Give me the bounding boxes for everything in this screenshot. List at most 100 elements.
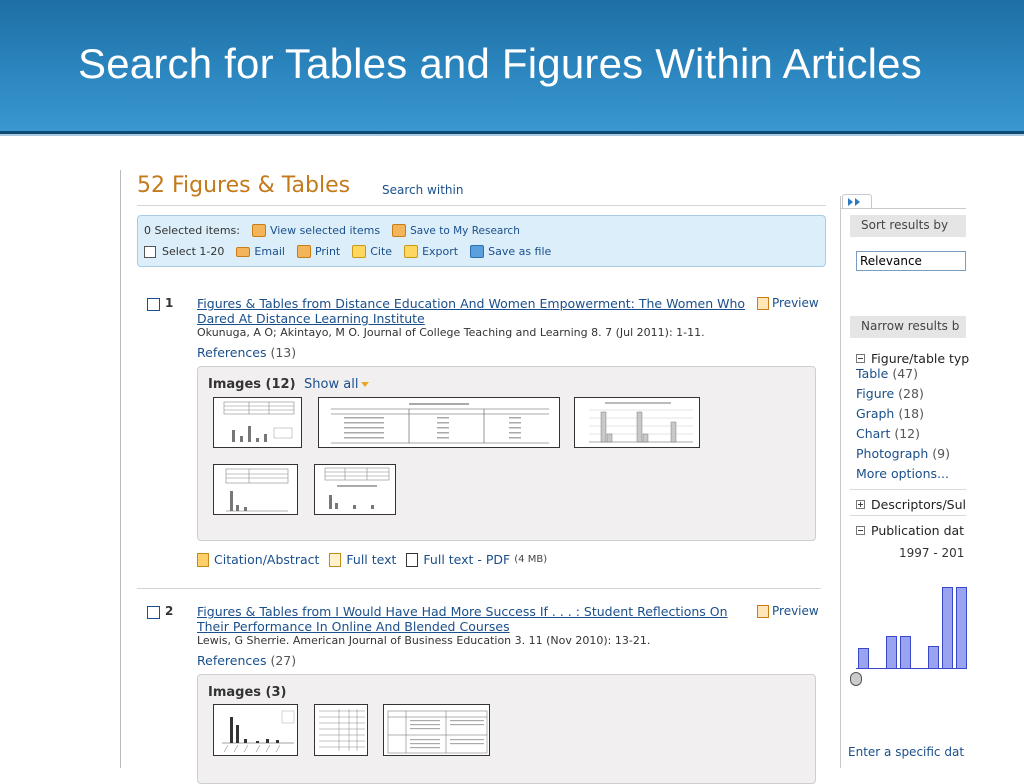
fulltext-pdf-link[interactable]: Full text - PDF xyxy=(423,552,510,567)
show-all-link[interactable]: Show all xyxy=(304,377,358,392)
result-title-link[interactable]: Figures & Tables from Distance Education… xyxy=(197,296,752,326)
facet-item-figure[interactable]: Figure (28) xyxy=(856,386,924,401)
preview-link[interactable]: Preview xyxy=(757,296,819,310)
sort-select[interactable]: Relevance xyxy=(856,251,966,271)
histogram-bar[interactable] xyxy=(942,587,953,669)
result-title-link[interactable]: Figures & Tables from I Would Have Had M… xyxy=(197,604,752,634)
export-icon xyxy=(404,245,419,258)
preview-icon xyxy=(757,604,769,618)
print-link[interactable]: Print xyxy=(315,245,340,258)
facet-item-chart[interactable]: Chart (12) xyxy=(856,426,920,441)
collapse-icon xyxy=(856,526,865,535)
banner-divider-light xyxy=(0,134,1024,136)
references-count: (27) xyxy=(270,653,297,668)
facet-item-table[interactable]: Table (47) xyxy=(856,366,918,381)
image-thumbnail[interactable] xyxy=(213,704,298,756)
more-options-link[interactable]: More options... xyxy=(856,466,949,481)
enter-specific-date-link[interactable]: Enter a specific dat xyxy=(848,745,964,759)
image-thumbnail[interactable] xyxy=(318,397,560,448)
select-range-label: Select 1-20 xyxy=(162,245,225,258)
result-divider xyxy=(137,588,821,589)
screenshot-border xyxy=(120,170,121,768)
date-range-label: 1997 - 201 xyxy=(899,546,965,560)
fulltext-link[interactable]: Full text xyxy=(346,552,396,567)
facet-item-photograph[interactable]: Photograph (9) xyxy=(856,446,950,461)
references-link[interactable]: References (13) xyxy=(197,345,296,360)
expand-icon xyxy=(856,500,865,509)
images-count-label: Images (3) xyxy=(208,685,287,700)
save-file-icon xyxy=(470,245,485,258)
result-links: Citation/Abstract Full text Full text - … xyxy=(197,552,547,567)
date-slider-handle[interactable] xyxy=(850,672,862,686)
result-item: 1 Figures & Tables from Distance Educati… xyxy=(137,296,826,360)
histogram-bar[interactable] xyxy=(900,636,911,669)
facet-count: (28) xyxy=(898,386,924,401)
search-within-link[interactable]: Search within xyxy=(382,183,463,197)
view-selected-link[interactable]: View selected items xyxy=(270,224,380,237)
save-to-research-link[interactable]: Save to My Research xyxy=(410,225,520,237)
facet-count: (47) xyxy=(892,366,918,381)
facet-item-graph[interactable]: Graph (18) xyxy=(856,406,924,421)
images-count-label: Images (12) xyxy=(208,377,296,392)
email-icon xyxy=(236,246,251,257)
sidebar-toggle[interactable] xyxy=(842,194,872,208)
references-label: References xyxy=(197,345,267,360)
facet-count: (12) xyxy=(894,426,921,441)
facet-label: Graph xyxy=(856,406,895,421)
cite-link[interactable]: Cite xyxy=(370,245,392,258)
view-selected-icon xyxy=(251,224,266,237)
histogram-bar[interactable] xyxy=(886,636,897,669)
image-thumbnail[interactable] xyxy=(574,397,700,448)
fulltext-icon xyxy=(329,552,342,567)
facet-label: Figure xyxy=(856,386,895,401)
select-all-checkbox[interactable] xyxy=(144,245,156,258)
header-divider xyxy=(137,205,826,206)
image-thumbnail[interactable] xyxy=(314,464,396,515)
save-as-file-link[interactable]: Save as file xyxy=(488,245,551,258)
collapse-icon xyxy=(856,354,865,363)
pdf-icon xyxy=(406,552,419,567)
figure-type-heading: Figure/table typ xyxy=(871,351,970,366)
dropdown-caret-icon xyxy=(361,382,370,387)
result-checkbox[interactable] xyxy=(147,298,160,311)
selected-count: 0 Selected items: xyxy=(144,224,240,237)
histogram-bar[interactable] xyxy=(858,648,869,669)
facet-label: Photograph xyxy=(856,446,929,461)
slide-title: Search for Tables and Figures Within Art… xyxy=(78,40,922,87)
result-citation: Lewis, G Sherrie. American Journal of Bu… xyxy=(197,634,651,647)
result-number: 1 xyxy=(165,296,174,310)
cite-icon xyxy=(352,245,367,258)
references-label: References xyxy=(197,653,267,668)
references-link[interactable]: References (27) xyxy=(197,653,296,668)
image-thumbnail[interactable] xyxy=(314,704,368,756)
preview-link[interactable]: Preview xyxy=(757,604,819,618)
preview-label: Preview xyxy=(772,296,819,310)
export-link[interactable]: Export xyxy=(422,245,458,258)
histogram-bar[interactable] xyxy=(928,646,939,669)
facet-count: (18) xyxy=(898,406,924,421)
histogram-baseline xyxy=(856,668,966,669)
folder-icon xyxy=(392,224,407,237)
publication-date-facet-toggle[interactable]: Publication dat xyxy=(856,523,964,538)
image-thumbnail[interactable] xyxy=(383,704,490,756)
double-arrow-right-icon xyxy=(848,198,853,206)
descriptors-heading: Descriptors/Sul xyxy=(871,497,966,512)
figure-type-facet-toggle[interactable]: Figure/table typ xyxy=(856,351,969,366)
image-thumbnail[interactable] xyxy=(213,397,302,448)
results-count-title: 52 Figures & Tables xyxy=(137,173,351,198)
email-link[interactable]: Email xyxy=(254,245,285,258)
images-panel: Images (12) Show all xyxy=(197,366,816,541)
narrow-results-header: Narrow results b xyxy=(850,316,966,338)
facet-divider xyxy=(850,489,966,490)
image-thumbnail[interactable] xyxy=(213,464,298,515)
slide-banner: Search for Tables and Figures Within Art… xyxy=(0,0,1024,132)
images-heading: Images (3) xyxy=(208,685,286,700)
histogram-bar[interactable] xyxy=(956,587,967,669)
images-heading: Images (12) Show all xyxy=(208,377,370,392)
result-checkbox[interactable] xyxy=(147,606,160,619)
citation-abstract-link[interactable]: Citation/Abstract xyxy=(214,552,319,567)
result-number: 2 xyxy=(165,604,174,618)
sidebar-divider xyxy=(840,196,841,768)
preview-label: Preview xyxy=(772,604,819,618)
descriptors-facet-toggle[interactable]: Descriptors/Sul xyxy=(856,497,966,512)
